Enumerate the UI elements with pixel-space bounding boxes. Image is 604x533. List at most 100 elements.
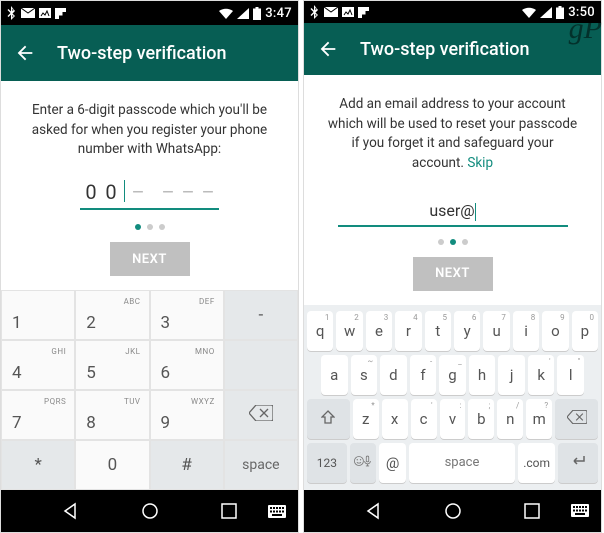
wifi-icon bbox=[522, 7, 536, 18]
key-6[interactable]: 6MNO bbox=[150, 340, 224, 390]
content-area: Enter a 6-digit passcode which you'll be… bbox=[1, 81, 298, 290]
key-0[interactable]: 0 bbox=[75, 440, 149, 490]
key-p[interactable]: p0 bbox=[572, 311, 598, 351]
key-r[interactable]: r4 bbox=[395, 311, 421, 351]
nav-keyboard-icon[interactable] bbox=[266, 500, 288, 522]
key-i[interactable]: i8 bbox=[513, 311, 539, 351]
android-nav-bar bbox=[1, 490, 298, 532]
pager-dot bbox=[159, 224, 165, 230]
photo-icon bbox=[342, 7, 354, 17]
passcode-input[interactable]: 0 0 – – – – bbox=[80, 178, 219, 210]
battery-icon bbox=[253, 7, 261, 20]
key-x[interactable]: x bbox=[382, 399, 408, 439]
nav-home-icon[interactable] bbox=[139, 500, 161, 522]
backspace-icon bbox=[249, 405, 273, 425]
wifi-icon bbox=[219, 8, 233, 19]
key-7[interactable]: 7PQRS bbox=[1, 390, 75, 440]
key-w[interactable]: w2 bbox=[336, 311, 362, 351]
key-blank[interactable] bbox=[224, 340, 298, 390]
next-button[interactable]: NEXT bbox=[413, 257, 493, 291]
passcode-placeholder: – bbox=[201, 180, 215, 204]
key-s[interactable]: s~ bbox=[351, 355, 378, 395]
nav-recent-icon[interactable] bbox=[521, 500, 543, 522]
key-dotcom[interactable]: .com bbox=[518, 443, 555, 483]
emoji-mic-icon bbox=[354, 453, 372, 473]
key-123[interactable]: 123 bbox=[307, 443, 347, 483]
pager-dot bbox=[450, 239, 456, 245]
passcode-digit: 0 bbox=[104, 180, 118, 204]
nav-back-icon[interactable] bbox=[60, 500, 82, 522]
pager-dot bbox=[438, 239, 444, 245]
key-9[interactable]: 9WXYZ bbox=[150, 390, 224, 440]
next-button[interactable]: NEXT bbox=[110, 242, 190, 276]
key-v[interactable]: v: bbox=[440, 399, 466, 439]
android-nav-bar bbox=[304, 490, 601, 532]
bluetooth-icon bbox=[310, 5, 320, 19]
key-q[interactable]: q1 bbox=[307, 311, 333, 351]
back-arrow-icon[interactable] bbox=[316, 37, 340, 61]
status-clock: 3:50 bbox=[568, 5, 595, 20]
nav-recent-icon[interactable] bbox=[218, 500, 240, 522]
pager-dot bbox=[147, 224, 153, 230]
key-hash[interactable]: # bbox=[150, 440, 224, 490]
nav-back-icon[interactable] bbox=[363, 500, 385, 522]
key-emoji[interactable] bbox=[350, 443, 377, 483]
key-space[interactable]: space bbox=[409, 443, 515, 483]
key-h[interactable]: h bbox=[469, 355, 496, 395]
numeric-keyboard: 1 2ABC 3DEF - 4GHI 5JKL 6MNO 7PQRS 8TUV … bbox=[1, 290, 298, 490]
key-shift[interactable] bbox=[307, 399, 350, 439]
enter-icon bbox=[570, 454, 586, 472]
text-cursor bbox=[124, 180, 125, 202]
skip-link[interactable]: Skip bbox=[467, 155, 493, 171]
instruction-text: Enter a 6-digit passcode which you'll be… bbox=[23, 101, 276, 160]
key-f[interactable]: f- bbox=[410, 355, 437, 395]
flipboard-icon bbox=[55, 8, 66, 19]
page-title: Two-step verification bbox=[360, 39, 530, 60]
shift-icon bbox=[321, 410, 335, 428]
key-3[interactable]: 3DEF bbox=[150, 290, 224, 340]
back-arrow-icon[interactable] bbox=[13, 41, 37, 65]
qwerty-keyboard: q1w2e3r4t5y6u7i8o9p0 as~df-g_hjk'l" z*xc… bbox=[304, 305, 601, 490]
key-t[interactable]: t5 bbox=[425, 311, 451, 351]
key-2[interactable]: 2ABC bbox=[75, 290, 149, 340]
key-at[interactable]: @ bbox=[379, 443, 406, 483]
key-j[interactable]: j bbox=[498, 355, 525, 395]
key-m[interactable]: m? bbox=[526, 399, 552, 439]
key-space[interactable]: space bbox=[224, 440, 298, 490]
key-g[interactable]: g_ bbox=[439, 355, 466, 395]
key-star[interactable]: * bbox=[1, 440, 75, 490]
key-backspace[interactable] bbox=[555, 399, 598, 439]
nav-keyboard-icon[interactable] bbox=[569, 500, 591, 522]
passcode-placeholder: – bbox=[181, 180, 195, 204]
key-d[interactable]: d bbox=[380, 355, 407, 395]
status-clock: 3:47 bbox=[265, 6, 292, 21]
key-b[interactable]: b; bbox=[468, 399, 494, 439]
photo-icon bbox=[39, 8, 51, 18]
key-backspace[interactable] bbox=[224, 390, 298, 440]
step-pager bbox=[326, 227, 579, 245]
pager-dot bbox=[135, 224, 141, 230]
pager-dot bbox=[462, 239, 468, 245]
key-n[interactable]: n/ bbox=[497, 399, 523, 439]
key-1[interactable]: 1 bbox=[1, 290, 75, 340]
key-a[interactable]: a bbox=[321, 355, 348, 395]
key-o[interactable]: o9 bbox=[542, 311, 568, 351]
key-8[interactable]: 8TUV bbox=[75, 390, 149, 440]
app-toolbar: Two-step verification bbox=[304, 23, 601, 75]
bluetooth-icon bbox=[7, 6, 17, 20]
passcode-placeholder: – bbox=[131, 180, 145, 204]
key-5[interactable]: 5JKL bbox=[75, 340, 149, 390]
key-u[interactable]: u7 bbox=[483, 311, 509, 351]
key-y[interactable]: y6 bbox=[454, 311, 480, 351]
key-dash[interactable]: - bbox=[224, 290, 298, 340]
email-input[interactable]: user@ bbox=[338, 201, 568, 227]
nav-home-icon[interactable] bbox=[442, 500, 464, 522]
key-4[interactable]: 4GHI bbox=[1, 340, 75, 390]
key-e[interactable]: e3 bbox=[366, 311, 392, 351]
key-k[interactable]: k' bbox=[528, 355, 555, 395]
key-enter[interactable] bbox=[558, 443, 598, 483]
key-z[interactable]: z* bbox=[353, 399, 379, 439]
battery-icon bbox=[556, 6, 564, 19]
key-c[interactable]: c' bbox=[411, 399, 437, 439]
key-l[interactable]: l" bbox=[557, 355, 584, 395]
